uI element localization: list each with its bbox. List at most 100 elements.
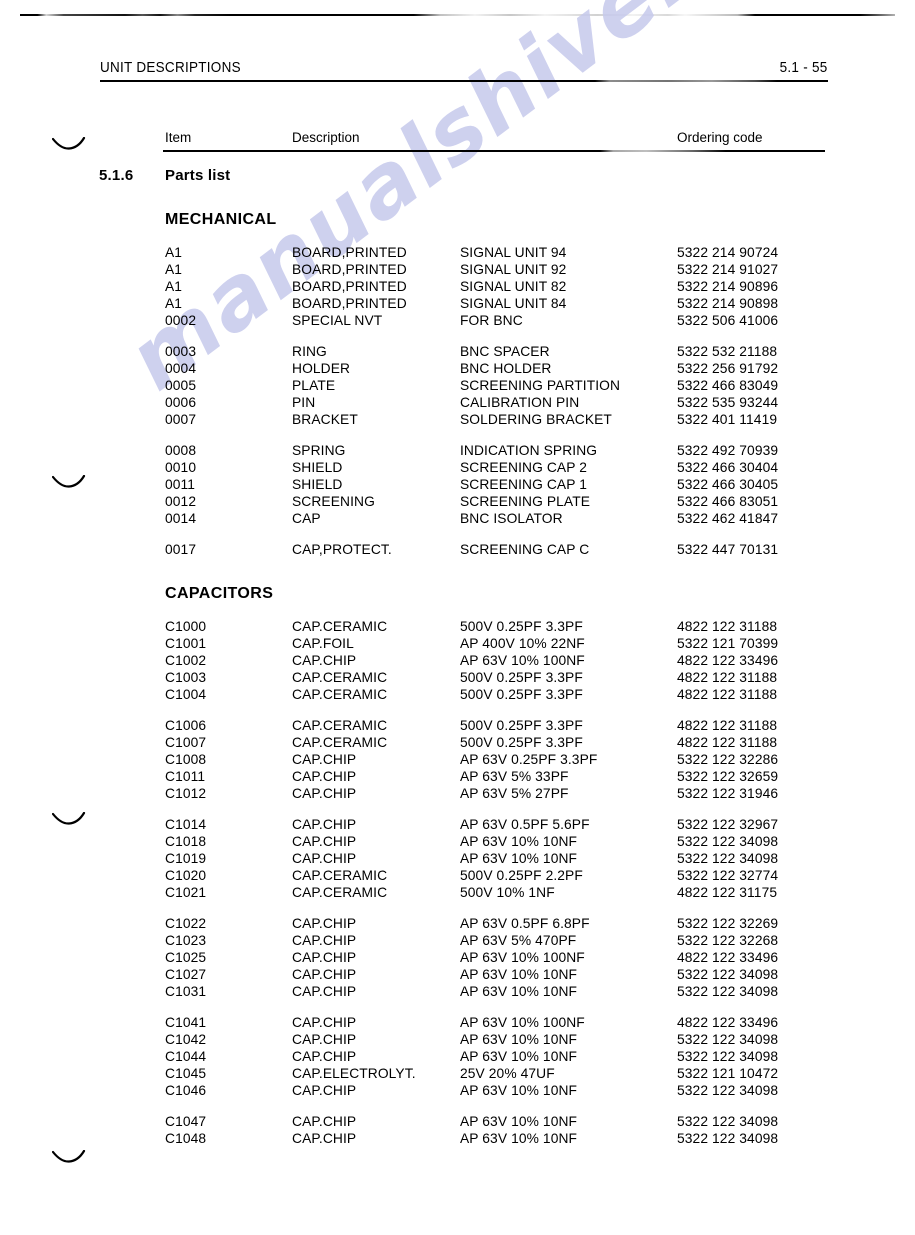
cell-spec: AP 63V 0.25PF 3.3PF <box>460 752 598 767</box>
cell-description: SCREENING <box>292 494 375 509</box>
cell-item: C1027 <box>165 967 207 982</box>
group-title-capacitors: CAPACITORS <box>165 585 274 602</box>
table-row: 0012 SCREENING SCREENING PLATE 5322 466 830… <box>0 494 915 511</box>
table-row: C1044 CAP.CHIP AP 63V 10% 10NF 5322 122 340… <box>0 1049 915 1066</box>
cell-item: 0011 <box>165 477 196 492</box>
table-row: 0003 RING BNC SPACER 5322 532 21188 <box>0 344 915 361</box>
cell-ordering-code: 5322 462 41847 <box>677 511 779 526</box>
running-header-title: UNIT DESCRIPTIONS <box>100 60 241 76</box>
cell-spec: SIGNAL UNIT 92 <box>460 262 567 277</box>
cell-description: CAP.CHIP <box>292 653 357 668</box>
table-row: 0011 SHIELD SCREENING CAP 1 5322 466 30405 <box>0 477 915 494</box>
cell-ordering-code: 5322 214 90898 <box>677 296 779 311</box>
table-row: C1022 CAP.CHIP AP 63V 0.5PF 6.8PF 5322 122 … <box>0 916 915 933</box>
cell-spec: AP 63V 10% 10NF <box>460 984 578 999</box>
cell-item: 0006 <box>165 395 197 410</box>
cell-ordering-code: 5322 214 90896 <box>677 279 779 294</box>
cell-ordering-code: 5322 122 34098 <box>677 851 779 866</box>
cell-ordering-code: 5322 466 83051 <box>677 494 779 509</box>
cell-ordering-code: 4822 122 31188 <box>677 718 778 733</box>
margin-swoosh-icon <box>52 812 86 826</box>
table-row: A1 BOARD,PRINTED SIGNAL UNIT 94 5322 214 90… <box>0 245 915 262</box>
cell-ordering-code: 4822 122 31188 <box>677 735 778 750</box>
cell-ordering-code: 5322 506 41006 <box>677 313 779 328</box>
cell-item: C1046 <box>165 1083 207 1098</box>
cell-description: SHIELD <box>292 460 343 475</box>
table-row: 0006 PIN CALIBRATION PIN 5322 535 93244 <box>0 395 915 412</box>
column-header-item: Item <box>165 130 192 145</box>
cell-spec: 25V 20% 47UF <box>460 1066 555 1081</box>
cell-item: C1012 <box>165 786 207 801</box>
cell-item: C1021 <box>165 885 207 900</box>
table-row: A1 BOARD,PRINTED SIGNAL UNIT 84 5322 214 90… <box>0 296 915 313</box>
cell-ordering-code: 5322 122 34098 <box>677 984 779 999</box>
running-header-rule <box>100 80 828 82</box>
table-row: A1 BOARD,PRINTED SIGNAL UNIT 82 5322 214 90… <box>0 279 915 296</box>
table-row: 0007 BRACKET SOLDERING BRACKET 5322 401 114… <box>0 412 915 429</box>
cell-description: CAP.CERAMIC <box>292 868 388 883</box>
cell-ordering-code: 4822 122 33496 <box>677 1015 779 1030</box>
cell-item: 0008 <box>165 443 197 458</box>
cell-item: 0014 <box>165 511 197 526</box>
column-header-rule <box>163 150 825 152</box>
cell-item: 0010 <box>165 460 197 475</box>
cell-ordering-code: 4822 122 31175 <box>677 885 778 900</box>
cell-description: BOARD,PRINTED <box>292 245 407 260</box>
table-row: C1047 CAP.CHIP AP 63V 10% 10NF 5322 122 340… <box>0 1114 915 1131</box>
table-row: C1008 CAP.CHIP AP 63V 0.25PF 3.3PF 5322 122… <box>0 752 915 769</box>
table-row: C1023 CAP.CHIP AP 63V 5% 470PF 5322 122 322… <box>0 933 915 950</box>
cell-description: HOLDER <box>292 361 351 376</box>
cell-ordering-code: 4822 122 31188 <box>677 619 778 634</box>
cell-spec: SOLDERING BRACKET <box>460 412 612 427</box>
cell-item: C1045 <box>165 1066 207 1081</box>
cell-description: CAP.CHIP <box>292 1114 357 1129</box>
cell-spec: AP 63V 10% 10NF <box>460 834 578 849</box>
cell-item: 0003 <box>165 344 197 359</box>
cell-ordering-code: 5322 535 93244 <box>677 395 779 410</box>
running-header: UNIT DESCRIPTIONS 5.1 - 55 <box>100 60 828 82</box>
cell-spec: 500V 0.25PF 3.3PF <box>460 619 583 634</box>
cell-item: C1003 <box>165 670 207 685</box>
cell-description: SPECIAL NVT <box>292 313 383 328</box>
cell-description: CAP.CHIP <box>292 967 357 982</box>
table-row: C1042 CAP.CHIP AP 63V 10% 10NF 5322 122 340… <box>0 1032 915 1049</box>
cell-spec: AP 63V 0.5PF 5.6PF <box>460 817 590 832</box>
cell-description: CAP.CHIP <box>292 1015 357 1030</box>
table-row: 0004 HOLDER BNC HOLDER 5322 256 91792 <box>0 361 915 378</box>
table-row: C1046 CAP.CHIP AP 63V 10% 10NF 5322 122 340… <box>0 1083 915 1100</box>
cell-description: CAP,PROTECT. <box>292 542 392 557</box>
cell-description: CAP.FOIL <box>292 636 354 651</box>
table-row: 0008 SPRING INDICATION SPRING 5322 492 7093… <box>0 443 915 460</box>
table-row: 0017 CAP,PROTECT. SCREENING CAP C 5322 447 … <box>0 542 915 559</box>
table-row: C1006 CAP.CERAMIC 500V 0.25PF 3.3PF 4822 12… <box>0 718 915 735</box>
cell-description: BOARD,PRINTED <box>292 262 407 277</box>
table-column-headers: Item Description Ordering code <box>163 130 825 152</box>
cell-description: RING <box>292 344 327 359</box>
cell-spec: AP 63V 10% 10NF <box>460 1083 578 1098</box>
cell-item: C1011 <box>165 769 206 784</box>
cell-description: CAP <box>292 511 321 526</box>
cell-description: SHIELD <box>292 477 343 492</box>
cell-description: SPRING <box>292 443 346 458</box>
cell-item: C1006 <box>165 718 207 733</box>
cell-ordering-code: 5322 214 91027 <box>677 262 779 277</box>
table-row: C1003 CAP.CERAMIC 500V 0.25PF 3.3PF 4822 12… <box>0 670 915 687</box>
cell-spec: AP 63V 10% 10NF <box>460 1032 578 1047</box>
column-header-ordering-code: Ordering code <box>677 130 763 145</box>
table-row: C1048 CAP.CHIP AP 63V 10% 10NF 5322 122 340… <box>0 1131 915 1148</box>
cell-spec: SCREENING PARTITION <box>460 378 621 393</box>
cell-item: C1020 <box>165 868 207 883</box>
table-row: C1007 CAP.CERAMIC 500V 0.25PF 3.3PF 4822 12… <box>0 735 915 752</box>
cell-description: CAP.CHIP <box>292 834 357 849</box>
cell-ordering-code: 5322 122 32967 <box>677 817 779 832</box>
cell-spec: 500V 0.25PF 3.3PF <box>460 670 583 685</box>
cell-description: CAP.CHIP <box>292 1131 357 1146</box>
table-row: C1018 CAP.CHIP AP 63V 10% 10NF 5322 122 340… <box>0 834 915 851</box>
table-row: C1002 CAP.CHIP AP 63V 10% 100NF 4822 122 33… <box>0 653 915 670</box>
cell-ordering-code: 5322 122 31946 <box>677 786 779 801</box>
cell-ordering-code: 5322 447 70131 <box>677 542 779 557</box>
cell-spec: SIGNAL UNIT 82 <box>460 279 567 294</box>
cell-spec: BNC SPACER <box>460 344 550 359</box>
cell-item: C1048 <box>165 1131 207 1146</box>
cell-item: C1042 <box>165 1032 207 1047</box>
